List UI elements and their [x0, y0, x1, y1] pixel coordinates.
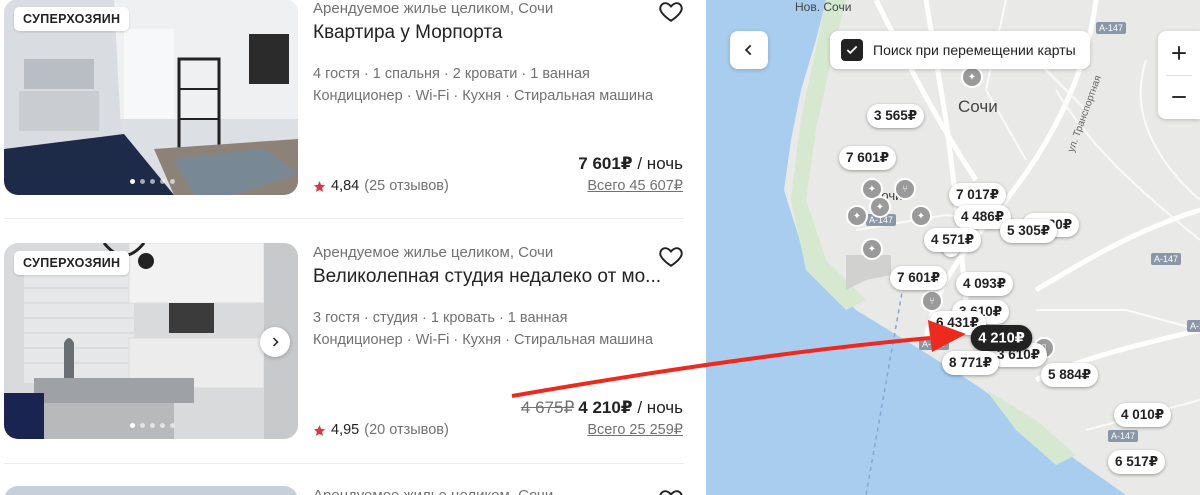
zoom-controls — [1158, 31, 1200, 119]
next-photo-button[interactable] — [260, 327, 290, 357]
divider — [4, 463, 684, 464]
listing-photo[interactable]: СУПЕРХОЗЯИН — [4, 0, 298, 195]
pagination-dot[interactable] — [150, 423, 155, 428]
heart-icon[interactable] — [658, 486, 684, 495]
zoom-in-button[interactable] — [1158, 31, 1200, 75]
listing-photo[interactable]: СУПЕРХОЗЯИН — [4, 243, 298, 439]
map-back-button[interactable] — [730, 31, 768, 69]
listing-rating: 4,95 (20 отзывов) — [313, 422, 449, 438]
photo-pagination-dots — [130, 423, 175, 428]
listing-card[interactable]: Арендуемое жилье целиком, Сочи — [0, 486, 706, 495]
price-value: 7 601₽ — [578, 154, 633, 173]
road-label: А-147 — [919, 338, 950, 350]
road-label: А-147 — [1108, 430, 1139, 442]
poi-icon[interactable]: ✦ — [869, 196, 891, 218]
map-price-pin[interactable]: 3 565₽ — [867, 104, 925, 128]
map-price-pin[interactable]: 7 017₽ — [949, 183, 1007, 207]
road-label: А-147 — [1151, 253, 1182, 265]
pagination-dot[interactable] — [150, 179, 155, 184]
listing-details: 4 гостя · 1 спальня · 2 кровати · 1 ванн… — [313, 66, 590, 82]
price-unit: / ночь — [632, 154, 683, 173]
pagination-dot[interactable] — [170, 423, 175, 428]
heart-icon[interactable] — [658, 243, 684, 269]
listing-photo[interactable] — [4, 486, 298, 495]
photo-pagination-dots — [130, 179, 175, 184]
star-icon — [313, 424, 326, 436]
poi-icon[interactable]: ✦ — [910, 205, 932, 227]
listing-title[interactable]: Великолепная студия недалеко от мо... — [313, 266, 661, 288]
district-label: Нов. Сочи — [795, 0, 852, 14]
road-label: А-147 — [1096, 22, 1127, 34]
pagination-dot[interactable] — [130, 423, 135, 428]
total-price-link[interactable]: Всего 45 607₽ — [587, 178, 683, 194]
review-count: (25 отзывов) — [364, 178, 449, 194]
pagination-dot[interactable] — [140, 179, 145, 184]
star-icon — [313, 180, 326, 192]
map-price-pin[interactable]: 4 010₽ — [1114, 403, 1172, 427]
old-price: 4 675₽ — [520, 398, 575, 417]
map-price-pin[interactable]: 4 571₽ — [924, 228, 982, 252]
plus-icon — [1172, 46, 1186, 60]
superhost-badge: СУПЕРХОЗЯИН — [14, 7, 130, 31]
listing-title[interactable]: Квартира у Морпорта — [313, 22, 502, 44]
heart-icon[interactable] — [658, 0, 684, 24]
map-price-pin[interactable]: 7 601₽ — [890, 266, 948, 290]
chevron-left-icon — [744, 44, 752, 56]
poi-icon[interactable]: ✦ — [846, 205, 868, 227]
listing-rating: 4,84 (25 отзывов) — [313, 178, 449, 194]
search-as-map-moves-toggle[interactable]: Поиск при перемещении карты — [830, 31, 1090, 69]
poi-icon[interactable]: ✦ — [961, 66, 983, 88]
map-price-pin[interactable]: 6 517₽ — [1108, 450, 1166, 474]
poi-icon[interactable]: ⑂ — [894, 178, 916, 200]
price-unit: / ночь — [632, 398, 683, 417]
listing-amenities: Кондиционер · Wi-Fi · Кухня · Стиральная… — [313, 332, 654, 348]
superhost-badge: СУПЕРХОЗЯИН — [14, 251, 130, 275]
listing-card[interactable]: СУПЕРХОЗЯИН Арендуемое жилье целиком, Со… — [0, 0, 706, 220]
poi-icon[interactable]: ✦ — [861, 238, 883, 260]
poi-icon[interactable]: ⑂ — [921, 290, 943, 312]
listing-details: 3 гостя · студия · 1 кровать · 1 ванная — [313, 310, 568, 326]
listing-card[interactable]: СУПЕРХОЗЯИН Арендуемое жилье целиком, Со… — [0, 243, 706, 464]
listing-amenities: Кондиционер · Wi-Fi · Кухня · Стиральная… — [313, 88, 654, 104]
map-panel[interactable]: Нов. Сочи Сочи Сочи А-147 А-147 А-147 А-… — [706, 0, 1200, 495]
pagination-dot[interactable] — [130, 179, 135, 184]
pagination-dot[interactable] — [160, 179, 165, 184]
price-value: 4 210₽ — [578, 398, 633, 417]
pagination-dot[interactable] — [170, 179, 175, 184]
search-toggle-label: Поиск при перемещении карты — [873, 42, 1076, 58]
total-price-link[interactable]: Всего 25 259₽ — [587, 422, 683, 438]
listings-panel: СУПЕРХОЗЯИН Арендуемое жилье целиком, Со… — [0, 0, 706, 495]
map-price-pin[interactable]: 5 305₽ — [1000, 219, 1058, 243]
road-label: А-1 — [1187, 320, 1200, 332]
pagination-dot[interactable] — [140, 423, 145, 428]
city-label: Сочи — [958, 97, 998, 116]
map-price-pin[interactable]: 4 093₽ — [956, 272, 1014, 296]
map-price-pin-selected[interactable]: 4 210₽ — [970, 325, 1033, 351]
pagination-dot[interactable] — [160, 423, 165, 428]
review-count: (20 отзывов) — [364, 422, 449, 438]
listing-type: Арендуемое жилье целиком, Сочи — [313, 244, 554, 261]
listing-type: Арендуемое жилье целиком, Сочи — [313, 0, 554, 17]
checkbox[interactable] — [841, 39, 863, 61]
checkmark-icon — [846, 45, 858, 55]
listing-price: 7 601₽ / ночь — [578, 154, 683, 174]
minus-icon — [1172, 96, 1186, 98]
zoom-out-button[interactable] — [1158, 75, 1200, 119]
divider — [4, 218, 684, 219]
rating-value: 4,84 — [331, 178, 360, 194]
rating-value: 4,95 — [331, 422, 360, 438]
chevron-right-icon — [272, 337, 279, 347]
map-price-pin[interactable]: 5 884₽ — [1041, 363, 1099, 387]
listing-price: 4 675₽ 4 210₽ / ночь — [521, 398, 683, 418]
map-price-pin[interactable]: 7 601₽ — [839, 146, 897, 170]
listing-type: Арендуемое жилье целиком, Сочи — [313, 487, 553, 495]
map-price-pin[interactable]: 8 771₽ — [942, 351, 1000, 375]
